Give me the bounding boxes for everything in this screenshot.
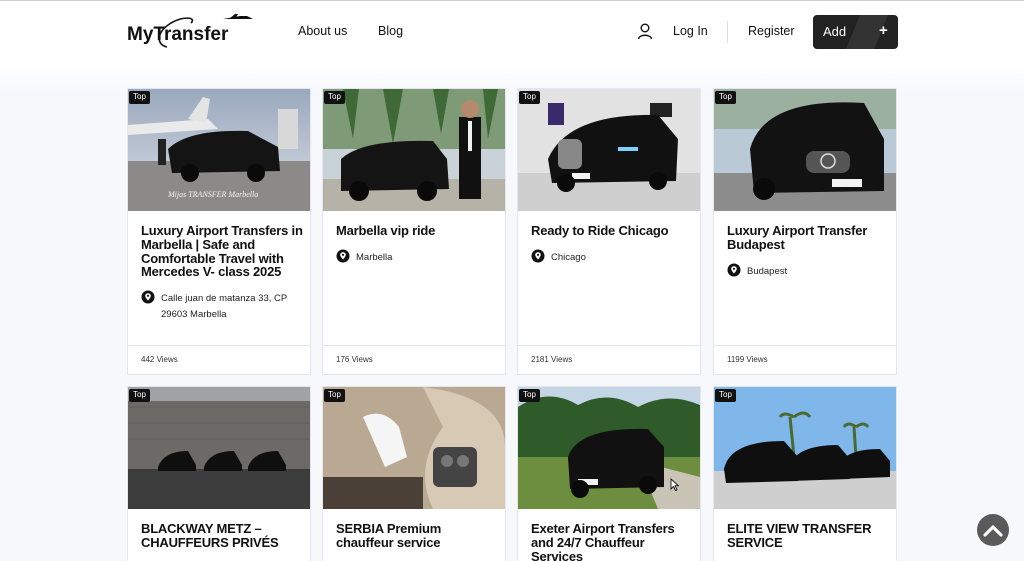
listing-card[interactable]: Top SERBIA Premium chauffeur service	[322, 386, 506, 561]
location-text: Marbella	[356, 252, 393, 263]
listing-title[interactable]: Marbella vip ride	[336, 224, 498, 238]
listing-card[interactable]: Mijas TRANSFER Marbella Top Luxury Airpo…	[127, 88, 311, 375]
add-listing-button[interactable]: Add +	[813, 15, 898, 49]
chevron-up-icon	[983, 525, 1003, 537]
plus-icon: +	[879, 22, 888, 39]
top-badge: Top	[324, 389, 345, 402]
listing-photo	[714, 89, 896, 211]
view-count: 1199 Views	[727, 355, 768, 364]
photo-caption: Mijas TRANSFER Marbella	[167, 190, 258, 199]
card-footer: 176 Views	[323, 345, 505, 374]
listing-photo	[128, 387, 310, 509]
mouse-cursor-icon	[670, 478, 679, 491]
map-pin-icon	[336, 249, 350, 263]
nav-about[interactable]: About us	[298, 24, 347, 38]
listing-card[interactable]: Top ELITE VIEW TRANSFER SERVICE	[713, 386, 897, 561]
top-badge: Top	[715, 389, 736, 402]
scroll-to-top-button[interactable]	[977, 514, 1009, 546]
listing-title[interactable]: ELITE VIEW TRANSFER SERVICE	[727, 522, 889, 550]
listing-card[interactable]: Top BLACKWAY METZ – CHAUFFEURS PRIVÉS	[127, 386, 311, 561]
listing-card[interactable]: Top Marbella vip ride Marbella 176 Views	[322, 88, 506, 375]
listing-photo: Mijas TRANSFER Marbella	[128, 89, 310, 211]
login-link[interactable]: Log In	[673, 24, 708, 38]
listing-card[interactable]: Top Exeter Airport Transfers and 24/7 Ch…	[517, 386, 701, 561]
logo-wordmark: MyTransfer	[127, 24, 229, 45]
user-icon[interactable]	[637, 23, 653, 40]
location-text: Budapest	[747, 266, 788, 277]
top-badge: Top	[519, 91, 540, 104]
map-pin-icon	[141, 290, 155, 304]
listing-title[interactable]: SERBIA Premium chauffeur service	[336, 522, 498, 550]
top-badge: Top	[715, 91, 736, 104]
card-footer: 2181 Views	[518, 345, 700, 374]
listing-title[interactable]: Luxury Airport Transfers in Marbella | S…	[141, 224, 303, 279]
listing-title[interactable]: Ready to Ride Chicago	[531, 224, 693, 238]
nav-blog[interactable]: Blog	[378, 24, 403, 38]
listing-card[interactable]: Top Ready to Ride Chicago Chicago 2181 V…	[517, 88, 701, 375]
top-badge: Top	[519, 389, 540, 402]
top-badge: Top	[129, 91, 150, 104]
card-footer: 442 Views	[128, 345, 310, 374]
listing-photo	[714, 387, 896, 509]
listing-photo	[323, 387, 505, 509]
top-badge: Top	[129, 389, 150, 402]
add-button-label: Add	[823, 24, 847, 39]
listing-photo	[323, 89, 505, 211]
site-logo[interactable]: MyTransfer	[127, 11, 257, 51]
location-text: Chicago	[551, 252, 586, 263]
location-text: Calle juan de matanza 33, CP 29603 Marbe…	[161, 293, 288, 320]
view-count: 2181 Views	[531, 355, 573, 364]
header-divider	[727, 21, 728, 43]
listing-photo	[518, 89, 700, 211]
listing-title[interactable]: BLACKWAY METZ – CHAUFFEURS PRIVÉS	[141, 522, 303, 550]
top-badge: Top	[324, 91, 345, 104]
map-pin-icon	[531, 249, 545, 263]
listing-title[interactable]: Exeter Airport Transfers and 24/7 Chauff…	[531, 522, 693, 561]
card-footer: 1199 Views	[714, 345, 896, 374]
view-count: 442 Views	[141, 355, 178, 364]
map-pin-icon	[727, 263, 741, 277]
listing-title[interactable]: Luxury Airport Transfer Budapest	[727, 224, 889, 252]
listing-card[interactable]: Top Luxury Airport Transfer Budapest Bud…	[713, 88, 897, 375]
site-header: MyTransfer About us Blog Log In Register…	[0, 1, 1024, 63]
register-link[interactable]: Register	[748, 24, 795, 38]
view-count: 176 Views	[336, 355, 373, 364]
